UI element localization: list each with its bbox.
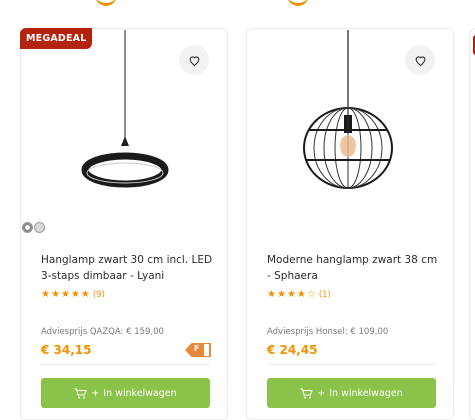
star-icon: ★ bbox=[286, 289, 296, 300]
product-title[interactable]: Hanglamp zwart 30 cm incl. LED 3-staps d… bbox=[41, 253, 217, 284]
product-card-partial[interactable] bbox=[469, 28, 475, 420]
star-icon: ★ bbox=[70, 289, 80, 300]
heart-icon bbox=[189, 55, 199, 66]
plus-icon: + bbox=[317, 387, 326, 399]
rating-stars: ★ ★ ★ ★ ☆ (1) bbox=[267, 289, 331, 301]
top-decoration-arc bbox=[95, 0, 117, 6]
star-empty-icon: ☆ bbox=[306, 289, 316, 300]
divider bbox=[267, 364, 436, 365]
review-count[interactable]: (9) bbox=[93, 290, 105, 300]
energy-label-stripe bbox=[204, 344, 209, 356]
star-icon: ★ bbox=[80, 289, 90, 300]
product-image-ring-pendant bbox=[81, 30, 169, 188]
star-icon: ★ bbox=[276, 289, 286, 300]
color-swatches bbox=[22, 222, 45, 233]
star-icon: ★ bbox=[60, 289, 70, 300]
cart-plus-icon bbox=[74, 388, 87, 398]
plus-icon: + bbox=[91, 387, 100, 399]
sale-price: € 34,15 bbox=[41, 343, 92, 357]
add-to-cart-button[interactable]: + In winkelwagen bbox=[41, 378, 210, 408]
swatch-black[interactable] bbox=[22, 222, 33, 233]
wishlist-button[interactable] bbox=[179, 45, 209, 75]
swatch-grey[interactable] bbox=[34, 222, 45, 233]
top-decoration-arc bbox=[287, 0, 309, 6]
wishlist-button[interactable] bbox=[405, 45, 435, 75]
divider bbox=[41, 364, 210, 365]
cart-plus-icon bbox=[300, 388, 313, 398]
star-icon: ★ bbox=[267, 289, 276, 300]
energy-label-text: F bbox=[194, 344, 200, 353]
star-icon: ★ bbox=[41, 289, 50, 300]
add-to-cart-label: In winkelwagen bbox=[329, 387, 403, 399]
product-title[interactable]: Moderne hanglamp zwart 38 cm - Sphaera bbox=[267, 253, 443, 284]
advice-price: Adviesprijs Honsel: € 109,00 bbox=[267, 327, 389, 337]
sale-price: € 24,45 bbox=[267, 343, 318, 357]
rating-stars: ★ ★ ★ ★ ★ (9) bbox=[41, 289, 105, 301]
add-to-cart-label: In winkelwagen bbox=[103, 387, 177, 399]
heart-icon bbox=[415, 55, 425, 66]
add-to-cart-button[interactable]: + In winkelwagen bbox=[267, 378, 436, 408]
advice-price: Adviesprijs QAZQA: € 159,00 bbox=[41, 327, 164, 337]
review-count[interactable]: (1) bbox=[319, 290, 331, 300]
star-icon: ★ bbox=[296, 289, 306, 300]
star-icon: ★ bbox=[50, 289, 60, 300]
product-image-cage-pendant bbox=[303, 30, 393, 189]
